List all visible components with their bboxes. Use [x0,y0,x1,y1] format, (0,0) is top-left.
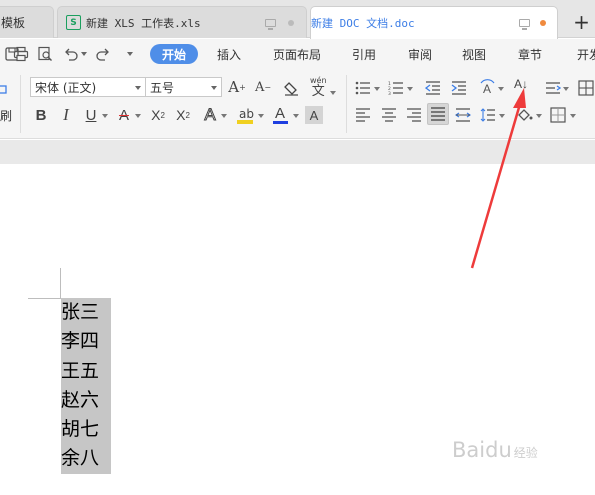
shading-fill-icon[interactable] [516,107,534,123]
document-line[interactable]: 张三 [61,298,99,327]
menu-insert[interactable]: 插入 [217,46,241,63]
clear-format-icon[interactable] [283,80,299,96]
tab-xls-workbook[interactable]: S 新建 XLS 工作表.xls [57,6,307,38]
watermark: Baidu 经验 [452,438,538,462]
new-tab-button[interactable]: + [568,6,595,38]
text-effect-button[interactable]: A [201,105,219,125]
superscript-button[interactable]: X2 [149,106,167,124]
increase-font-size-icon[interactable]: A + [228,78,246,96]
borders-dropdown-icon[interactable] [570,114,576,118]
bold-button[interactable]: B [32,106,50,124]
print-icon[interactable] [13,46,29,62]
tab-templates[interactable]: 模板 [0,6,54,38]
divider [20,75,21,133]
line-spacing-icon[interactable] [545,81,561,95]
subscript-button[interactable]: X2 [174,106,192,124]
align-left-icon[interactable] [355,108,371,122]
line-spacing-options-icon[interactable] [480,107,496,123]
print-preview-icon[interactable] [37,46,53,62]
font-size-select[interactable]: 五号 [145,77,222,97]
table-icon[interactable] [578,80,594,96]
decrease-font-size-icon[interactable]: A − [254,78,272,96]
watermark-text: Baidu [452,438,512,462]
menu-home-tab[interactable]: 开始 [150,44,198,64]
spreadsheet-icon: S [66,15,81,30]
divider [346,75,347,133]
italic-button[interactable]: I [57,105,75,124]
menu-row: 开始 插入 页面布局 引用 审阅 视图 章节 开发 [0,39,595,69]
numbering-dropdown-icon[interactable] [407,87,413,91]
document-line[interactable]: 余八 [61,444,99,473]
ribbon-home: 刷 宋体 (正文) 五号 A + A − wén 文 B I U A X2 X2 A … [0,69,595,139]
align-right-icon[interactable] [406,108,422,122]
margin-corner-mark [60,268,61,299]
borders-icon[interactable] [550,107,566,123]
menu-developer[interactable]: 开发 [577,46,595,63]
highlight-color-icon[interactable]: ab [237,107,255,125]
increase-indent-icon[interactable] [451,81,467,95]
underline-button[interactable]: U [82,106,100,124]
paragraph-dropdown-icon[interactable] [563,87,569,91]
chevron-down-icon [211,86,217,90]
distribute-icon[interactable] [455,108,471,122]
font-name-select[interactable]: 宋体 (正文) [30,77,146,97]
undo-dropdown-icon[interactable] [81,52,87,56]
text-direction-icon[interactable]: A [479,79,496,96]
customize-quick-access-icon[interactable] [127,52,133,56]
strikethrough-button[interactable]: A [115,106,133,124]
underline-dropdown-icon[interactable] [102,114,108,118]
document-line[interactable]: 李四 [61,327,99,356]
character-shading-button[interactable]: A [305,106,323,124]
chevron-down-icon [135,86,141,90]
monitor-icon[interactable] [519,19,530,30]
tab-status-dot [288,20,294,26]
decrease-indent-icon[interactable] [425,81,441,95]
format-painter-icon[interactable] [0,85,8,99]
bullet-dropdown-icon[interactable] [374,87,380,91]
svg-text:3: 3 [388,91,391,95]
sort-icon[interactable]: A↓ [514,77,532,97]
tab-label: 模板 [1,16,26,30]
font-name-value: 宋体 (正文) [35,80,97,95]
document-line[interactable]: 胡七 [61,415,99,444]
text-effect-dropdown-icon[interactable] [221,114,227,118]
pinyin-dropdown-icon[interactable] [330,91,336,95]
redo-icon[interactable] [95,46,111,62]
document-line[interactable]: 王五 [61,357,99,386]
undo-icon[interactable] [63,46,79,62]
ruler-strip [0,140,595,164]
tab-label: 新建 DOC 文档.doc [311,17,415,30]
line-spacing-dropdown-icon[interactable] [499,114,505,118]
shading-dropdown-icon[interactable] [536,114,542,118]
format-painter-label[interactable]: 刷 [0,107,12,124]
svg-text:A: A [483,82,491,96]
tab-label: 新建 XLS 工作表.xls [86,16,201,30]
menu-section[interactable]: 章节 [518,46,542,63]
justify-button-active[interactable] [427,103,449,125]
document-line[interactable]: 赵六 [61,386,99,415]
bullet-list-icon[interactable] [355,81,371,95]
font-size-value: 五号 [150,80,175,95]
font-color-icon[interactable]: A [272,105,290,125]
font-color-dropdown-icon[interactable] [293,114,299,118]
unsaved-dot [540,20,546,26]
align-justify-icon [431,107,445,121]
highlight-dropdown-icon[interactable] [258,114,264,118]
strikethrough-dropdown-icon[interactable] [135,114,141,118]
menu-page-layout[interactable]: 页面布局 [273,46,321,63]
text-direction-dropdown-icon[interactable] [498,87,504,91]
watermark-suffix: 经验 [513,446,538,460]
menu-view[interactable]: 视图 [462,46,486,63]
tab-doc-document[interactable]: W 新建 DOC 文档.doc [310,6,558,186]
numbered-list-icon[interactable]: 123 [388,81,404,95]
sort-glyph: A↓ [514,77,529,91]
align-center-icon[interactable] [381,108,397,122]
menu-review[interactable]: 审阅 [408,46,432,63]
tab-bar: 模板 S 新建 XLS 工作表.xls W 新建 DOC 文档.doc + [0,0,595,186]
pinyin-guide-icon[interactable]: wén 文 [310,77,327,99]
monitor-icon[interactable] [265,19,276,30]
margin-corner-mark [28,298,61,299]
menu-references[interactable]: 引用 [352,46,376,63]
